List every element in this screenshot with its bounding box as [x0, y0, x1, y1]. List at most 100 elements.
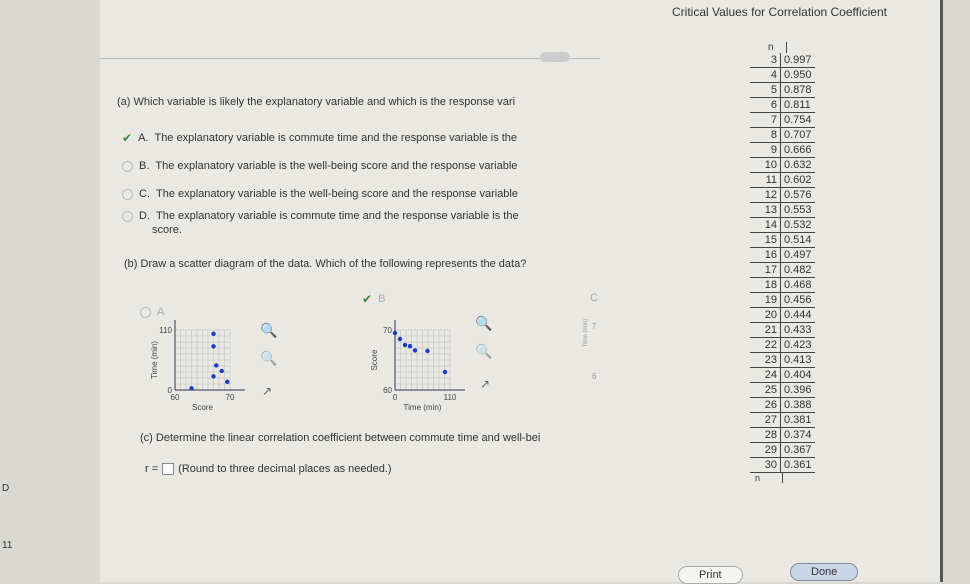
- zoom-in-icon[interactable]: 🔍: [475, 315, 492, 332]
- scatter-chart-a: 60 700110ScoreTime (min): [150, 320, 245, 412]
- chart-c-ylabel: Time (min): [583, 318, 590, 348]
- part-a-options: ✔ A. The explanatory variable is commute t…: [122, 124, 519, 236]
- radio-icon[interactable]: [122, 160, 133, 172]
- n-cell: 17: [750, 262, 781, 278]
- zoom-in-icon[interactable]: 🔍: [260, 322, 277, 339]
- option-a[interactable]: ✔ A. The explanatory variable is commute t…: [122, 124, 519, 152]
- y-tick-label: 70: [383, 326, 392, 335]
- data-point: [397, 336, 403, 342]
- n-cell: 7: [750, 112, 781, 128]
- scatter-chart-b: 0 110 60 70 Time (min) Score: [370, 320, 465, 412]
- option-c[interactable]: C. The explanatory variable is the well-b…: [122, 180, 519, 208]
- table-row: 7 0.754: [750, 112, 815, 128]
- value-cell: 0.878: [780, 82, 815, 98]
- option-letter: D.: [139, 210, 150, 222]
- x-axis-label: Score: [192, 403, 213, 412]
- popout-icon[interactable]: ↗: [262, 384, 272, 398]
- y-tick-label: 110: [159, 326, 172, 335]
- n-cell: 13: [750, 202, 781, 218]
- value-cell: 0.997: [780, 53, 815, 68]
- x-tick-label: 0: [393, 393, 398, 402]
- data-point: [412, 348, 418, 353]
- n-cell: 20: [750, 307, 781, 323]
- value-cell: 0.367: [780, 442, 815, 458]
- n-cell: 8: [750, 127, 781, 143]
- n-cell: 16: [750, 247, 781, 263]
- x-tick-label: 110: [444, 393, 457, 402]
- table-row: 30 0.361: [750, 457, 815, 473]
- value-cell: 0.388: [780, 397, 815, 413]
- n-cell: 9: [750, 142, 781, 158]
- n-cell: 28: [750, 427, 781, 443]
- n-cell: 21: [750, 322, 781, 338]
- n-cell: 30: [750, 457, 781, 473]
- table-row: 22 0.423: [750, 337, 815, 353]
- y-axis-label: Score: [370, 349, 379, 370]
- value-cell: 0.707: [780, 127, 815, 143]
- n-cell: 24: [750, 367, 781, 383]
- side-label: 11: [2, 540, 13, 551]
- data-point: [225, 379, 230, 385]
- option-b[interactable]: B. The explanatory variable is the well-b…: [122, 152, 519, 180]
- table-row: 21 0.433: [750, 322, 815, 338]
- table-row: 5 0.878: [750, 82, 815, 98]
- table-row: 29 0.367: [750, 442, 815, 458]
- question-panel: (a) Which variable is likely the explana…: [100, 0, 943, 584]
- radio-icon[interactable]: [140, 306, 151, 318]
- value-cell: 0.374: [780, 427, 815, 443]
- table-row: 15 0.514: [750, 232, 815, 248]
- table-row: 28 0.374: [750, 427, 815, 443]
- option-letter: A.: [138, 132, 149, 144]
- radio-icon[interactable]: [122, 188, 133, 200]
- table-row: 20 0.444: [750, 307, 815, 323]
- r-input[interactable]: [162, 463, 175, 475]
- value-cell: 0.361: [780, 457, 815, 473]
- option-d[interactable]: D. The explanatory variable is commute ti…: [122, 208, 519, 224]
- option-text: The explanatory variable is commute time…: [154, 132, 518, 144]
- value-cell: 0.433: [780, 322, 815, 338]
- choice-a[interactable]: A: [140, 306, 164, 318]
- value-cell: 0.404: [780, 367, 815, 383]
- radio-icon[interactable]: [122, 210, 133, 222]
- zoom-out-icon[interactable]: 🔍: [260, 350, 277, 367]
- choice-b[interactable]: ✔ B: [362, 292, 385, 306]
- table-row: 26 0.388: [750, 397, 815, 413]
- option-letter: B.: [139, 160, 150, 172]
- table-header: n: [750, 42, 787, 53]
- n-cell: 29: [750, 442, 781, 458]
- table-row: 18 0.468: [750, 277, 815, 293]
- n-cell: 11: [750, 172, 781, 188]
- data-point: [211, 374, 216, 379]
- answer-row: r = (Round to three decimal places as ne…: [145, 463, 392, 475]
- expand-handle[interactable]: [540, 52, 570, 62]
- popout-icon[interactable]: ↗: [480, 377, 490, 391]
- value-cell: 0.497: [780, 247, 815, 263]
- n-cell: 25: [750, 382, 781, 398]
- value-cell: 0.950: [780, 67, 815, 83]
- n-cell: 19: [750, 292, 781, 308]
- print-button[interactable]: Print: [678, 566, 743, 584]
- data-point: [402, 342, 408, 348]
- side-label: D: [2, 483, 10, 494]
- done-button[interactable]: Done: [790, 563, 859, 581]
- n-cell: 5: [750, 82, 781, 98]
- zoom-out-icon[interactable]: 🔍: [475, 343, 492, 360]
- value-cell: 0.468: [780, 277, 815, 293]
- choice-letter: A: [157, 306, 165, 318]
- value-cell: 0.396: [780, 382, 815, 398]
- choice-letter: C: [590, 292, 598, 304]
- chart-c-tick: 7: [592, 322, 597, 331]
- data-point: [189, 386, 194, 391]
- n-cell: 22: [750, 337, 781, 353]
- table-title: Critical Values for Correlation Coeffici…: [672, 5, 887, 19]
- table-row: 27 0.381: [750, 412, 815, 428]
- value-cell: 0.532: [780, 217, 815, 233]
- x-axis-label: Time (min): [404, 403, 442, 412]
- choice-c[interactable]: C: [590, 292, 598, 304]
- part-b-question: (b) Draw a scatter diagram of the data. …: [124, 258, 527, 270]
- value-cell: 0.553: [780, 202, 815, 218]
- table-row: 11 0.602: [750, 172, 815, 188]
- value-cell: 0.456: [780, 292, 815, 308]
- n-cell: 18: [750, 277, 781, 293]
- option-text: The explanatory variable is commute time…: [156, 210, 519, 222]
